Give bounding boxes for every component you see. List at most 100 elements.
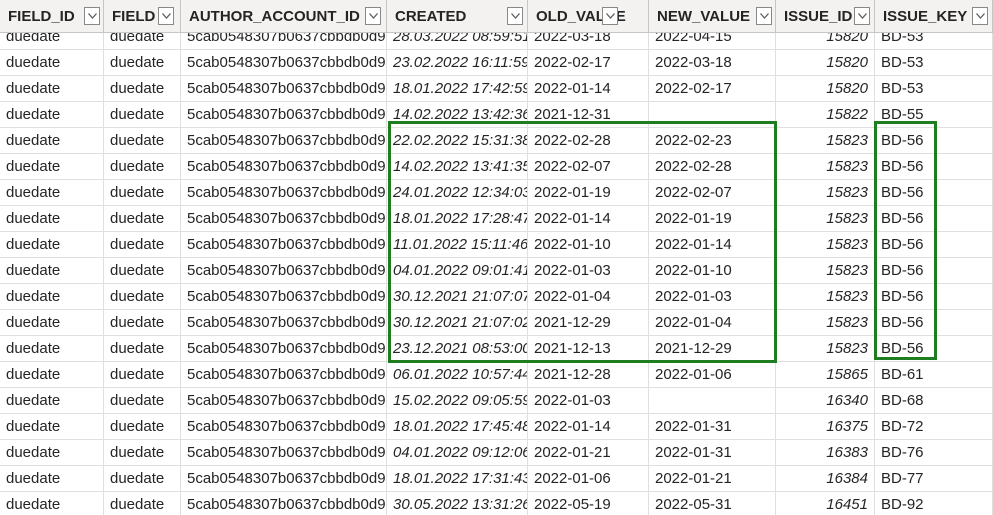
cell-field-id: duedate <box>0 76 104 102</box>
cell-field: duedate <box>104 388 181 414</box>
column-header-issue-id[interactable]: ISSUE_ID <box>776 0 875 32</box>
column-header-field-id[interactable]: FIELD_ID <box>0 0 104 32</box>
column-header-field[interactable]: FIELD <box>104 0 181 32</box>
filter-dropdown-button[interactable] <box>158 7 174 25</box>
cell-new-value: 2022-01-03 <box>649 284 776 310</box>
column-header-author-account-id[interactable]: AUTHOR_ACCOUNT_ID <box>181 0 387 32</box>
cell-field: duedate <box>104 336 181 362</box>
cell-author-account-id: 5cab0548307b0637cbbdb0d9 <box>181 336 387 362</box>
cell-issue-key: BD-56 <box>875 154 993 180</box>
table-row[interactable]: duedate duedate 5cab0548307b0637cbbdb0d9 18… <box>0 414 993 440</box>
table-row[interactable]: duedate duedate 5cab0548307b0637cbbdb0d9 23… <box>0 336 993 362</box>
cell-author-account-id: 5cab0548307b0637cbbdb0d9 <box>181 50 387 76</box>
table-row[interactable]: duedate duedate 5cab0548307b0637cbbdb0d9 18… <box>0 206 993 232</box>
filter-dropdown-button[interactable] <box>602 7 618 25</box>
cell-old-value: 2022-01-14 <box>528 206 649 232</box>
cell-field: duedate <box>104 440 181 466</box>
cell-field-id: duedate <box>0 206 104 232</box>
cell-issue-id: 15823 <box>776 180 875 206</box>
filter-dropdown-button[interactable] <box>756 7 772 25</box>
cell-field-id: duedate <box>0 362 104 388</box>
cell-field-id: duedate <box>0 258 104 284</box>
column-header-label: ISSUE_ID <box>784 8 853 25</box>
cell-field-id: duedate <box>0 128 104 154</box>
filter-dropdown-button[interactable] <box>854 7 870 25</box>
table-row[interactable]: duedate duedate 5cab0548307b0637cbbdb0d9 30… <box>0 310 993 336</box>
cell-field: duedate <box>104 206 181 232</box>
cell-issue-key: BD-56 <box>875 206 993 232</box>
cell-new-value: 2022-01-21 <box>649 466 776 492</box>
cell-issue-key: BD-53 <box>875 50 993 76</box>
filter-dropdown-button[interactable] <box>507 7 523 25</box>
table-row[interactable]: duedate duedate 5cab0548307b0637cbbdb0d9 30… <box>0 284 993 310</box>
cell-created: 18.01.2022 17:28:47 <box>387 206 528 232</box>
filter-dropdown-button[interactable] <box>365 7 381 25</box>
cell-field: duedate <box>104 466 181 492</box>
cell-issue-key: BD-68 <box>875 388 993 414</box>
table-row[interactable]: duedate duedate 5cab0548307b0637cbbdb0d9 11… <box>0 232 993 258</box>
table-row[interactable]: duedate duedate 5cab0548307b0637cbbdb0d9 22… <box>0 128 993 154</box>
chevron-down-icon <box>88 13 97 19</box>
cell-field: duedate <box>104 76 181 102</box>
table-row[interactable]: duedate duedate 5cab0548307b0637cbbdb0d9 15… <box>0 388 993 414</box>
cell-field: duedate <box>104 50 181 76</box>
cell-issue-key: BD-76 <box>875 440 993 466</box>
cell-created: 14.02.2022 13:41:35 <box>387 154 528 180</box>
cell-new-value: 2022-01-31 <box>649 414 776 440</box>
cell-issue-key: BD-56 <box>875 180 993 206</box>
cell-issue-id: 15823 <box>776 154 875 180</box>
table-row[interactable]: duedate duedate 5cab0548307b0637cbbdb0d9 18… <box>0 466 993 492</box>
table-row[interactable]: duedate duedate 5cab0548307b0637cbbdb0d9 06… <box>0 362 993 388</box>
column-header-label: NEW_VALUE <box>657 8 751 25</box>
cell-field: duedate <box>104 414 181 440</box>
cell-issue-id: 15823 <box>776 258 875 284</box>
table-row[interactable]: duedate duedate 5cab0548307b0637cbbdb0d9 18… <box>0 76 993 102</box>
cell-field-id: duedate <box>0 388 104 414</box>
cell-issue-key: BD-77 <box>875 466 993 492</box>
column-header-created[interactable]: CREATED <box>387 0 528 32</box>
column-header-label: AUTHOR_ACCOUNT_ID <box>189 8 360 25</box>
table-row[interactable]: duedate duedate 5cab0548307b0637cbbdb0d9 04… <box>0 440 993 466</box>
cell-author-account-id: 5cab0548307b0637cbbdb0d9 <box>181 102 387 128</box>
filter-dropdown-button[interactable] <box>972 7 988 25</box>
cell-created: 30.05.2022 13:31:26 <box>387 492 528 515</box>
table-row[interactable]: duedate duedate 5cab0548307b0637cbbdb0d9 14… <box>0 154 993 180</box>
table-header: FIELD_ID FIELD AUTHOR_ACCOUNT_ID CREATED OLD… <box>0 0 993 33</box>
cell-field-id: duedate <box>0 154 104 180</box>
table-row[interactable]: duedate duedate 5cab0548307b0637cbbdb0d9 14… <box>0 102 993 128</box>
column-header-issue-key[interactable]: ISSUE_KEY <box>875 0 993 32</box>
cell-new-value: 2022-01-19 <box>649 206 776 232</box>
cell-issue-key: BD-56 <box>875 336 993 362</box>
cell-issue-id: 15865 <box>776 362 875 388</box>
cell-old-value: 2022-01-10 <box>528 232 649 258</box>
cell-old-value: 2022-01-14 <box>528 76 649 102</box>
cell-created: 14.02.2022 13:42:36 <box>387 102 528 128</box>
column-header-new-value[interactable]: NEW_VALUE <box>649 0 776 32</box>
cell-field-id: duedate <box>0 232 104 258</box>
cell-author-account-id: 5cab0548307b0637cbbdb0d9 <box>181 388 387 414</box>
cell-field: duedate <box>104 232 181 258</box>
column-header-label: FIELD_ID <box>8 8 75 25</box>
cell-author-account-id: 5cab0548307b0637cbbdb0d9 <box>181 154 387 180</box>
cell-issue-key: BD-53 <box>875 76 993 102</box>
cell-issue-key: BD-56 <box>875 258 993 284</box>
table-row[interactable]: duedate duedate 5cab0548307b0637cbbdb0d9 24… <box>0 180 993 206</box>
column-header-old-value[interactable]: OLD_VALUE <box>528 0 649 32</box>
table-row[interactable]: duedate duedate 5cab0548307b0637cbbdb0d9 23… <box>0 50 993 76</box>
cell-issue-key: BD-61 <box>875 362 993 388</box>
cell-old-value: 2022-01-19 <box>528 180 649 206</box>
cell-issue-id: 15823 <box>776 128 875 154</box>
table-row[interactable]: duedate duedate 5cab0548307b0637cbbdb0d9 04… <box>0 258 993 284</box>
cell-new-value: 2022-02-17 <box>649 76 776 102</box>
table-row[interactable]: duedate duedate 5cab0548307b0637cbbdb0d9 30… <box>0 492 993 515</box>
cell-created: 11.01.2022 15:11:46 <box>387 232 528 258</box>
cell-old-value: 2021-12-28 <box>528 362 649 388</box>
cell-created: 22.02.2022 15:31:38 <box>387 128 528 154</box>
cell-field: duedate <box>104 128 181 154</box>
column-header-label: CREATED <box>395 8 467 25</box>
cell-field-id: duedate <box>0 180 104 206</box>
filter-dropdown-button[interactable] <box>84 7 100 25</box>
cell-new-value: 2022-02-07 <box>649 180 776 206</box>
cell-created: 04.01.2022 09:12:06 <box>387 440 528 466</box>
cell-field: duedate <box>104 284 181 310</box>
